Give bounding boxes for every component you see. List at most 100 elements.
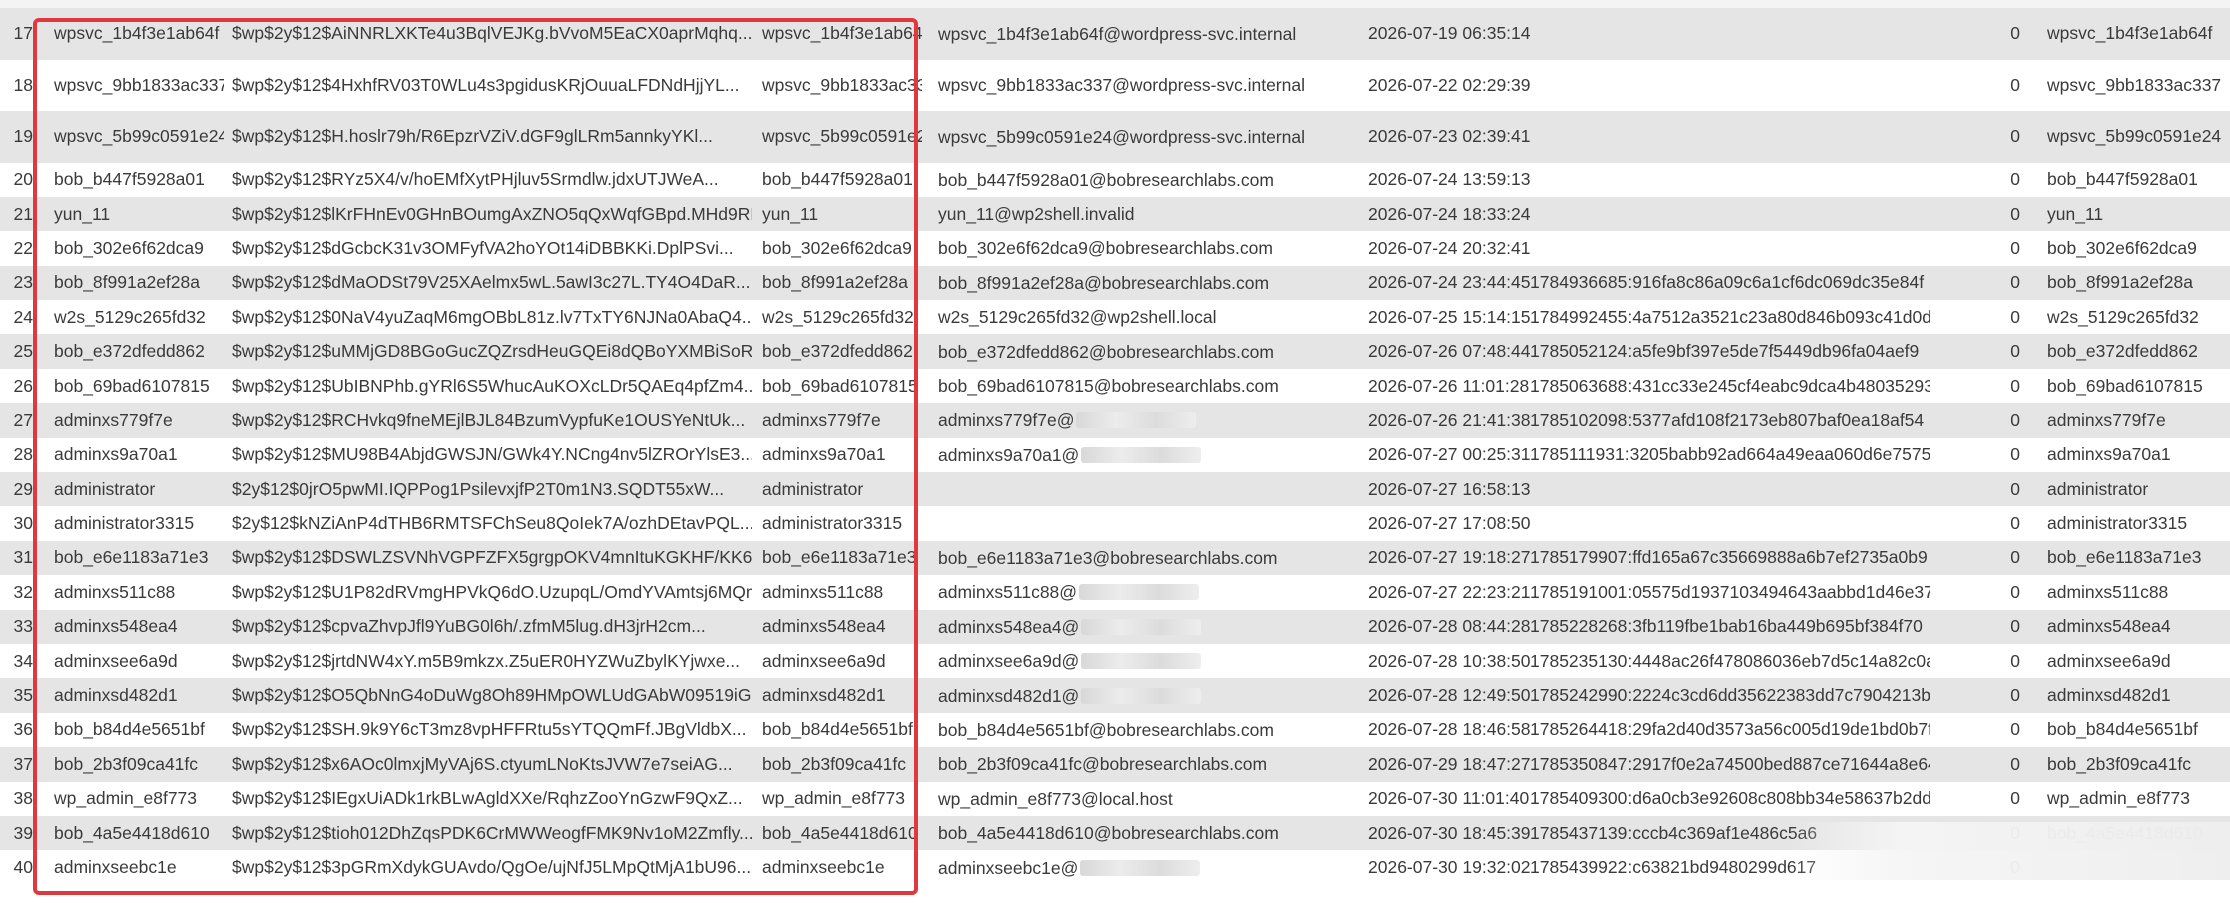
user-pass-hash: $wp$2y$12$H.hoslr79h/R6EpzrVZiV.dGF9glLR… <box>232 126 713 147</box>
display-name: adminxsd482d1 <box>2047 685 2171 706</box>
table-row[interactable]: 35 adminxsd482d1 $wp$2y$12$O5QbNnG4oDuWg8O… <box>0 678 2230 713</box>
user-email-cell: w2s_5129c265fd32@wp2shell.local <box>938 300 1358 334</box>
table-row[interactable]: 18 wpsvc_9bb1833ac337 $wp$2y$12$4HxhfRV03T… <box>0 60 2230 112</box>
user-registered: 2026-07-27 16:58:13 <box>1368 478 1531 499</box>
row-id-cell: 17 <box>0 8 33 60</box>
redacted-email-domain <box>1079 584 1200 601</box>
user-email: w2s_5129c265fd32@wp2shell.local <box>938 307 1217 328</box>
user-registered-cell: 2026-07-24 13:59:13 <box>1368 163 1533 197</box>
user-status: 0 <box>2010 272 2020 293</box>
row-id-cell: 34 <box>0 644 33 678</box>
user-email-cell: wp_admin_e8f773@local.host <box>938 782 1358 816</box>
user-email-cell: adminxsee6a9d@ <box>938 644 1358 678</box>
user-status-cell: 0 <box>1990 713 2020 747</box>
activation-key-cell <box>1530 231 1930 265</box>
user-email: adminxseebc1e@ <box>938 857 1079 878</box>
user-login: bob_e372dfedd862 <box>54 341 205 362</box>
table-row[interactable]: 28 adminxs9a70a1 $wp$2y$12$MU98B4AbjdGWSJN… <box>0 438 2230 472</box>
table-row[interactable]: 29 administrator $2y$12$0jrO5pwMI.IQPPog1P… <box>0 472 2230 507</box>
user-login-cell: bob_4a5e4418d610 <box>54 816 224 850</box>
row-id: 23 <box>13 272 33 293</box>
row-id: 35 <box>13 685 33 706</box>
table-row[interactable]: 17 wpsvc_1b4f3e1ab64f $wp$2y$12$AiNNRLXKTe… <box>0 8 2230 60</box>
user-status: 0 <box>2010 616 2020 637</box>
display-name-cell: adminxsd482d1 <box>2047 678 2227 712</box>
user-nicename-cell: adminxsee6a9d <box>762 644 922 678</box>
user-nicename: bob_e372dfedd862 <box>762 341 913 362</box>
user-pass-hash: $2y$12$0jrO5pwMI.IQPPog1PsilevxjfP2T0m1N… <box>232 478 725 499</box>
table-row[interactable]: 37 bob_2b3f09ca41fc $wp$2y$12$x6AOc0lmxjMy… <box>0 747 2230 782</box>
redacted-email-domain <box>1081 618 1202 635</box>
user-pass-hash-cell: $wp$2y$12$O5QbNnG4oDuWg8Oh89HMpOWLUdGAbW… <box>232 678 752 712</box>
table-row[interactable]: 23 bob_8f991a2ef28a $wp$2y$12$dMaODSt79V25… <box>0 265 2230 301</box>
user-login: bob_2b3f09ca41fc <box>54 753 199 774</box>
activation-key: 1785191001:05575d1937103494643aabbd1d46e… <box>1530 581 1930 602</box>
activation-key: 1785439922:c63821bd9480299d617 <box>1530 857 1817 877</box>
row-id-cell: 19 <box>0 111 33 163</box>
row-id-cell: 38 <box>0 782 33 816</box>
activation-key-cell: 1785350847:2917f0e2a74500bed887ce71644a8… <box>1530 747 1930 781</box>
table-row[interactable]: 32 adminxs511c88 $wp$2y$12$U1P82dRVmgHPVkQ… <box>0 575 2230 609</box>
row-id: 22 <box>13 237 33 258</box>
user-pass-hash-cell: $wp$2y$12$UbIBNPhb.gYRl6S5WhucAuKOXcLDr5… <box>232 369 752 403</box>
user-login-cell: administrator3315 <box>54 506 224 540</box>
user-email-cell: adminxs9a70a1@ <box>938 438 1358 472</box>
user-nicename-cell: wp_admin_e8f773 <box>762 782 922 816</box>
activation-key-cell: 1785052124:a5fe9bf397e5de7f5449db96fa04a… <box>1530 334 1930 368</box>
user-status: 0 <box>2010 237 2020 258</box>
user-pass-hash-cell: $wp$2y$12$DSWLZSVNhVGPFZFX5grgpOKV4mnItu… <box>232 541 752 575</box>
user-pass-hash-cell: $wp$2y$12$uMMjGD8BGoGucZQZrsdHeuGQEi8dQB… <box>232 334 752 368</box>
table-row[interactable]: 22 bob_302e6f62dca9 $wp$2y$12$dGcbcK31v3OM… <box>0 231 2230 265</box>
table-row[interactable]: 36 bob_b84d4e5651bf $wp$2y$12$SH.9k9Y6cT3m… <box>0 713 2230 747</box>
user-registered: 2026-07-26 21:41:38 <box>1368 409 1531 430</box>
table-row[interactable]: 38 wp_admin_e8f773 $wp$2y$12$IEgxUiADk1rkB… <box>0 782 2230 816</box>
table-row[interactable]: 24 w2s_5129c265fd32 $wp$2y$12$0NaV4yuZaqM6… <box>0 300 2230 334</box>
user-login: bob_4a5e4418d610 <box>54 822 210 843</box>
table-row[interactable]: 31 bob_e6e1183a71e3 $wp$2y$12$DSWLZSVNhVGP… <box>0 540 2230 576</box>
row-id: 38 <box>13 788 33 809</box>
user-status: 0 <box>2010 341 2020 362</box>
activation-key: 1785228268:3fb119fbe1bab16ba449b695bf384… <box>1530 616 1923 637</box>
user-email: adminxsd482d1@ <box>938 685 1080 706</box>
user-login: administrator3315 <box>54 513 195 534</box>
user-login: administrator <box>54 478 156 499</box>
user-nicename-cell: bob_8f991a2ef28a <box>762 266 922 300</box>
user-pass-hash: $wp$2y$12$lKrFHnEv0GHnBOumgAxZNO5qQxWqfG… <box>232 203 752 224</box>
activation-key-cell <box>1530 60 1930 112</box>
user-nicename: administrator <box>762 478 864 499</box>
user-pass-hash-cell: $wp$2y$12$H.hoslr79h/R6EpzrVZiV.dGF9glLR… <box>232 111 752 163</box>
table-row[interactable]: 33 adminxs548ea4 $wp$2y$12$cpvaZhvpJfl9YuB… <box>0 609 2230 644</box>
user-pass-hash-cell: $2y$12$kNZiAnP4dTHB6RMTSFChSeu8QoIek7A/o… <box>232 506 752 540</box>
user-login-cell: wpsvc_9bb1833ac337 <box>54 60 224 112</box>
display-name-cell: bob_2b3f09ca41fc <box>2047 747 2227 781</box>
user-nicename-cell: administrator <box>762 472 922 506</box>
user-nicename: adminxsd482d1 <box>762 685 886 706</box>
user-email: adminxs779f7e@ <box>938 410 1075 431</box>
row-id-cell: 29 <box>0 472 33 506</box>
user-status: 0 <box>2010 203 2020 224</box>
table-row[interactable]: 27 adminxs779f7e $wp$2y$12$RCHvkq9fneMEjlB… <box>0 403 2230 438</box>
table-row[interactable]: 25 bob_e372dfedd862 $wp$2y$12$uMMjGD8BGoGu… <box>0 334 2230 369</box>
user-registered-cell: 2026-07-30 19:32:02 <box>1368 850 1533 884</box>
user-login-cell: bob_b447f5928a01 <box>54 163 224 197</box>
user-registered: 2026-07-28 08:44:28 <box>1368 616 1531 637</box>
user-status-cell: 0 <box>1990 678 2020 712</box>
user-login-cell: adminxsee6a9d <box>54 644 224 678</box>
table-row[interactable]: 26 bob_69bad6107815 $wp$2y$12$UbIBNPhb.gYR… <box>0 369 2230 403</box>
table-row[interactable]: 20 bob_b447f5928a01 $wp$2y$12$RYz5X4/v/hoE… <box>0 163 2230 197</box>
user-registered-cell: 2026-07-22 02:29:39 <box>1368 60 1533 112</box>
user-pass-hash-cell: $wp$2y$12$jrtdNW4xY.m5B9mkzx.Z5uER0HYZWu… <box>232 644 752 678</box>
display-name: adminxs548ea4 <box>2047 616 2171 637</box>
user-email-cell: bob_8f991a2ef28a@bobresearchlabs.com <box>938 266 1358 300</box>
user-login-cell: bob_b84d4e5651bf <box>54 713 224 747</box>
user-email: adminxs511c88@ <box>938 582 1078 603</box>
user-nicename: bob_8f991a2ef28a <box>762 272 908 293</box>
table-row[interactable]: 21 yun_11 $wp$2y$12$lKrFHnEv0GHnBOumgAxZNO… <box>0 196 2230 232</box>
user-registered: 2026-07-26 11:01:28 <box>1368 375 1530 396</box>
table-row[interactable]: 34 adminxsee6a9d $wp$2y$12$jrtdNW4xY.m5B9m… <box>0 644 2230 678</box>
user-status-cell: 0 <box>1990 334 2020 368</box>
table-row[interactable]: 30 administrator3315 $2y$12$kNZiAnP4dTHB6R… <box>0 506 2230 540</box>
user-pass-hash-cell: $wp$2y$12$3pGRmXdykGUAvdo/QgOe/ujNfJ5LMp… <box>232 850 752 884</box>
table-row[interactable]: 19 wpsvc_5b99c0591e24 $wp$2y$12$H.hoslr79h… <box>0 111 2230 163</box>
display-name: wp_admin_e8f773 <box>2047 788 2191 809</box>
